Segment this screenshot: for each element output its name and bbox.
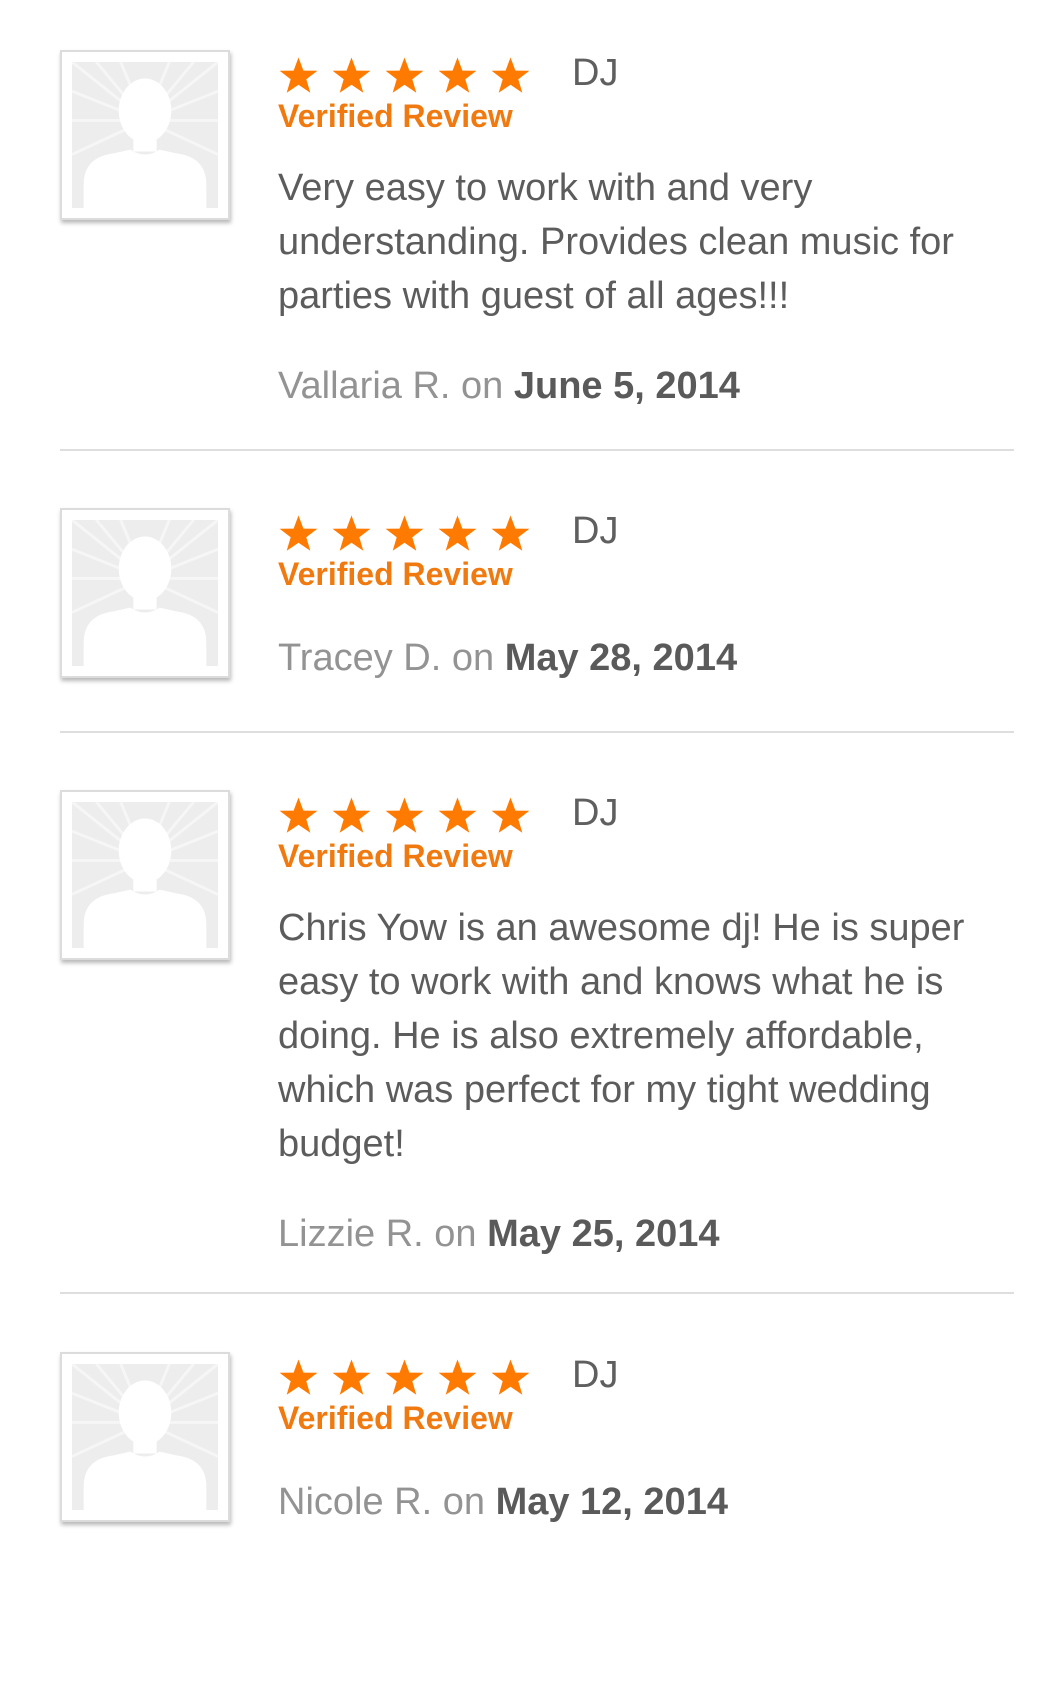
star-icon bbox=[437, 1358, 478, 1398]
reviewer-name: Nicole R. bbox=[278, 1481, 433, 1523]
star-icon bbox=[331, 1358, 372, 1398]
default-avatar-icon bbox=[72, 802, 218, 948]
star-icon bbox=[437, 514, 478, 554]
star-icon bbox=[331, 514, 372, 554]
star-icon bbox=[278, 56, 319, 96]
review-byline: Lizzie R. on May 25, 2014 bbox=[278, 1211, 1014, 1257]
star-rating bbox=[278, 56, 531, 96]
star-icon bbox=[278, 796, 319, 836]
review-byline: Nicole R. on May 12, 2014 bbox=[278, 1479, 1014, 1525]
service-category: DJ bbox=[572, 510, 619, 552]
reviewer-name: Lizzie R. bbox=[278, 1213, 424, 1255]
star-icon bbox=[490, 56, 531, 96]
reviewer-name: Vallaria R. bbox=[278, 365, 451, 407]
default-avatar-icon bbox=[72, 1364, 218, 1510]
service-category: DJ bbox=[572, 792, 619, 834]
review-text: Chris Yow is an awesome dj! He is super … bbox=[278, 907, 965, 1165]
review-content: DJ Verified Review Tracey D. on May 28, … bbox=[278, 508, 1014, 681]
rating-row: DJ bbox=[278, 1352, 1014, 1398]
star-icon bbox=[278, 514, 319, 554]
star-icon bbox=[384, 1358, 425, 1398]
avatar bbox=[60, 790, 230, 960]
review-date: May 28, 2014 bbox=[504, 637, 738, 679]
star-rating bbox=[278, 514, 531, 554]
review-text: Very easy to work with and very understa… bbox=[278, 167, 954, 317]
star-icon bbox=[490, 796, 531, 836]
byline-on: on bbox=[434, 1213, 477, 1255]
star-icon bbox=[331, 796, 372, 836]
verified-review-label: Verified Review bbox=[278, 838, 513, 874]
review-byline: Vallaria R. on June 5, 2014 bbox=[278, 363, 1014, 409]
star-icon bbox=[384, 796, 425, 836]
star-icon bbox=[437, 56, 478, 96]
default-avatar-icon bbox=[72, 62, 218, 208]
divider bbox=[60, 731, 1014, 733]
review-date: June 5, 2014 bbox=[513, 365, 740, 407]
star-icon bbox=[384, 514, 425, 554]
byline-on: on bbox=[442, 1481, 485, 1523]
star-icon bbox=[331, 56, 372, 96]
star-icon bbox=[437, 796, 478, 836]
star-rating bbox=[278, 1358, 531, 1398]
avatar bbox=[60, 1352, 230, 1522]
verified-review-label: Verified Review bbox=[278, 98, 513, 134]
review-content: DJ Verified Review Very easy to work wit… bbox=[278, 50, 1014, 409]
divider bbox=[60, 449, 1014, 451]
avatar bbox=[60, 50, 230, 220]
verified-review-label: Verified Review bbox=[278, 1400, 513, 1436]
review-content: DJ Verified Review Chris Yow is an aweso… bbox=[278, 790, 1014, 1257]
star-rating bbox=[278, 796, 531, 836]
star-icon bbox=[490, 1358, 531, 1398]
verified-review-label: Verified Review bbox=[278, 556, 513, 592]
rating-row: DJ bbox=[278, 50, 1014, 96]
avatar bbox=[60, 508, 230, 678]
review-date: May 12, 2014 bbox=[495, 1481, 728, 1523]
review-content: DJ Verified Review Nicole R. on May 12, … bbox=[278, 1352, 1014, 1525]
default-avatar-icon bbox=[72, 520, 218, 666]
rating-row: DJ bbox=[278, 790, 1014, 836]
review-byline: Tracey D. on May 28, 2014 bbox=[278, 635, 1014, 681]
review-date: May 25, 2014 bbox=[487, 1213, 720, 1255]
byline-on: on bbox=[461, 365, 504, 407]
star-icon bbox=[278, 1358, 319, 1398]
rating-row: DJ bbox=[278, 508, 1014, 554]
service-category: DJ bbox=[572, 52, 619, 94]
byline-on: on bbox=[451, 637, 495, 679]
divider bbox=[60, 1292, 1014, 1294]
star-icon bbox=[490, 514, 531, 554]
service-category: DJ bbox=[572, 1354, 619, 1396]
star-icon bbox=[384, 56, 425, 96]
reviewer-name: Tracey D. bbox=[278, 637, 442, 679]
